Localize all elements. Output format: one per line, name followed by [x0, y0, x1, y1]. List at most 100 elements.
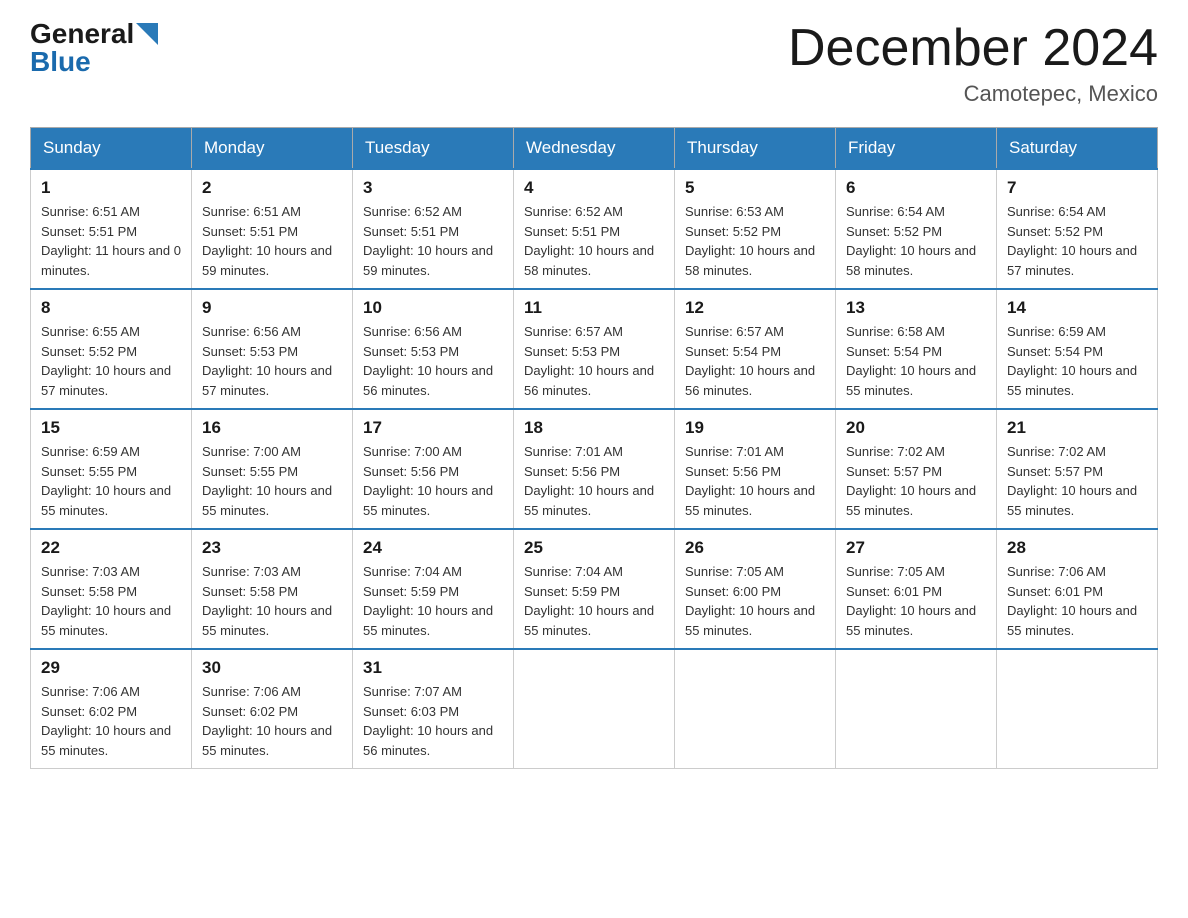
calendar-cell: 30 Sunrise: 7:06 AMSunset: 6:02 PMDaylig… [192, 649, 353, 769]
day-number: 4 [524, 178, 664, 198]
calendar-cell [997, 649, 1158, 769]
calendar-table: SundayMondayTuesdayWednesdayThursdayFrid… [30, 127, 1158, 769]
day-info: Sunrise: 6:56 AMSunset: 5:53 PMDaylight:… [202, 324, 332, 398]
calendar-cell: 20 Sunrise: 7:02 AMSunset: 5:57 PMDaylig… [836, 409, 997, 529]
day-info: Sunrise: 7:00 AMSunset: 5:55 PMDaylight:… [202, 444, 332, 518]
day-number: 5 [685, 178, 825, 198]
day-info: Sunrise: 7:04 AMSunset: 5:59 PMDaylight:… [363, 564, 493, 638]
col-header-thursday: Thursday [675, 128, 836, 170]
day-number: 9 [202, 298, 342, 318]
day-number: 3 [363, 178, 503, 198]
day-info: Sunrise: 7:05 AMSunset: 6:00 PMDaylight:… [685, 564, 815, 638]
day-info: Sunrise: 6:51 AMSunset: 5:51 PMDaylight:… [202, 204, 332, 278]
day-info: Sunrise: 6:51 AMSunset: 5:51 PMDaylight:… [41, 204, 181, 278]
calendar-cell: 24 Sunrise: 7:04 AMSunset: 5:59 PMDaylig… [353, 529, 514, 649]
day-info: Sunrise: 7:03 AMSunset: 5:58 PMDaylight:… [202, 564, 332, 638]
day-number: 14 [1007, 298, 1147, 318]
col-header-friday: Friday [836, 128, 997, 170]
page-header: General Blue December 2024 Camotepec, Me… [30, 20, 1158, 107]
calendar-cell: 6 Sunrise: 6:54 AMSunset: 5:52 PMDayligh… [836, 169, 997, 289]
title-block: December 2024 Camotepec, Mexico [788, 20, 1158, 107]
calendar-cell: 2 Sunrise: 6:51 AMSunset: 5:51 PMDayligh… [192, 169, 353, 289]
calendar-cell: 26 Sunrise: 7:05 AMSunset: 6:00 PMDaylig… [675, 529, 836, 649]
day-info: Sunrise: 7:07 AMSunset: 6:03 PMDaylight:… [363, 684, 493, 758]
logo: General Blue [30, 20, 158, 78]
week-row-3: 15 Sunrise: 6:59 AMSunset: 5:55 PMDaylig… [31, 409, 1158, 529]
col-header-wednesday: Wednesday [514, 128, 675, 170]
month-title: December 2024 [788, 20, 1158, 77]
calendar-cell [675, 649, 836, 769]
day-number: 26 [685, 538, 825, 558]
calendar-cell: 27 Sunrise: 7:05 AMSunset: 6:01 PMDaylig… [836, 529, 997, 649]
day-number: 8 [41, 298, 181, 318]
col-header-tuesday: Tuesday [353, 128, 514, 170]
day-number: 15 [41, 418, 181, 438]
calendar-cell: 28 Sunrise: 7:06 AMSunset: 6:01 PMDaylig… [997, 529, 1158, 649]
calendar-cell: 10 Sunrise: 6:56 AMSunset: 5:53 PMDaylig… [353, 289, 514, 409]
calendar-cell: 23 Sunrise: 7:03 AMSunset: 5:58 PMDaylig… [192, 529, 353, 649]
day-number: 19 [685, 418, 825, 438]
day-number: 28 [1007, 538, 1147, 558]
calendar-cell: 9 Sunrise: 6:56 AMSunset: 5:53 PMDayligh… [192, 289, 353, 409]
day-info: Sunrise: 7:06 AMSunset: 6:02 PMDaylight:… [41, 684, 171, 758]
calendar-cell: 25 Sunrise: 7:04 AMSunset: 5:59 PMDaylig… [514, 529, 675, 649]
calendar-cell: 4 Sunrise: 6:52 AMSunset: 5:51 PMDayligh… [514, 169, 675, 289]
day-info: Sunrise: 6:59 AMSunset: 5:55 PMDaylight:… [41, 444, 171, 518]
calendar-cell: 11 Sunrise: 6:57 AMSunset: 5:53 PMDaylig… [514, 289, 675, 409]
week-row-2: 8 Sunrise: 6:55 AMSunset: 5:52 PMDayligh… [31, 289, 1158, 409]
day-info: Sunrise: 6:56 AMSunset: 5:53 PMDaylight:… [363, 324, 493, 398]
day-number: 6 [846, 178, 986, 198]
day-info: Sunrise: 7:06 AMSunset: 6:01 PMDaylight:… [1007, 564, 1137, 638]
day-number: 22 [41, 538, 181, 558]
day-number: 25 [524, 538, 664, 558]
day-info: Sunrise: 6:54 AMSunset: 5:52 PMDaylight:… [1007, 204, 1137, 278]
calendar-header-row: SundayMondayTuesdayWednesdayThursdayFrid… [31, 128, 1158, 170]
day-number: 1 [41, 178, 181, 198]
day-number: 20 [846, 418, 986, 438]
calendar-cell [514, 649, 675, 769]
col-header-sunday: Sunday [31, 128, 192, 170]
calendar-cell: 18 Sunrise: 7:01 AMSunset: 5:56 PMDaylig… [514, 409, 675, 529]
day-info: Sunrise: 7:02 AMSunset: 5:57 PMDaylight:… [1007, 444, 1137, 518]
day-number: 23 [202, 538, 342, 558]
logo-arrow-icon [136, 23, 158, 45]
day-number: 17 [363, 418, 503, 438]
calendar-cell [836, 649, 997, 769]
day-number: 18 [524, 418, 664, 438]
calendar-cell: 29 Sunrise: 7:06 AMSunset: 6:02 PMDaylig… [31, 649, 192, 769]
calendar-cell: 1 Sunrise: 6:51 AMSunset: 5:51 PMDayligh… [31, 169, 192, 289]
day-number: 10 [363, 298, 503, 318]
day-number: 7 [1007, 178, 1147, 198]
day-number: 29 [41, 658, 181, 678]
calendar-cell: 12 Sunrise: 6:57 AMSunset: 5:54 PMDaylig… [675, 289, 836, 409]
col-header-saturday: Saturday [997, 128, 1158, 170]
day-number: 27 [846, 538, 986, 558]
day-info: Sunrise: 7:02 AMSunset: 5:57 PMDaylight:… [846, 444, 976, 518]
day-number: 16 [202, 418, 342, 438]
logo-blue: Blue [30, 46, 91, 78]
logo-general: General [30, 20, 134, 48]
calendar-cell: 3 Sunrise: 6:52 AMSunset: 5:51 PMDayligh… [353, 169, 514, 289]
day-info: Sunrise: 6:58 AMSunset: 5:54 PMDaylight:… [846, 324, 976, 398]
day-number: 13 [846, 298, 986, 318]
day-number: 12 [685, 298, 825, 318]
day-info: Sunrise: 7:06 AMSunset: 6:02 PMDaylight:… [202, 684, 332, 758]
day-info: Sunrise: 7:03 AMSunset: 5:58 PMDaylight:… [41, 564, 171, 638]
day-info: Sunrise: 6:59 AMSunset: 5:54 PMDaylight:… [1007, 324, 1137, 398]
week-row-4: 22 Sunrise: 7:03 AMSunset: 5:58 PMDaylig… [31, 529, 1158, 649]
day-info: Sunrise: 6:55 AMSunset: 5:52 PMDaylight:… [41, 324, 171, 398]
col-header-monday: Monday [192, 128, 353, 170]
day-number: 24 [363, 538, 503, 558]
day-info: Sunrise: 7:05 AMSunset: 6:01 PMDaylight:… [846, 564, 976, 638]
calendar-cell: 14 Sunrise: 6:59 AMSunset: 5:54 PMDaylig… [997, 289, 1158, 409]
calendar-cell: 13 Sunrise: 6:58 AMSunset: 5:54 PMDaylig… [836, 289, 997, 409]
calendar-cell: 8 Sunrise: 6:55 AMSunset: 5:52 PMDayligh… [31, 289, 192, 409]
day-number: 30 [202, 658, 342, 678]
day-number: 31 [363, 658, 503, 678]
day-info: Sunrise: 6:54 AMSunset: 5:52 PMDaylight:… [846, 204, 976, 278]
calendar-cell: 15 Sunrise: 6:59 AMSunset: 5:55 PMDaylig… [31, 409, 192, 529]
location: Camotepec, Mexico [788, 81, 1158, 107]
calendar-cell: 7 Sunrise: 6:54 AMSunset: 5:52 PMDayligh… [997, 169, 1158, 289]
day-info: Sunrise: 6:53 AMSunset: 5:52 PMDaylight:… [685, 204, 815, 278]
calendar-cell: 21 Sunrise: 7:02 AMSunset: 5:57 PMDaylig… [997, 409, 1158, 529]
